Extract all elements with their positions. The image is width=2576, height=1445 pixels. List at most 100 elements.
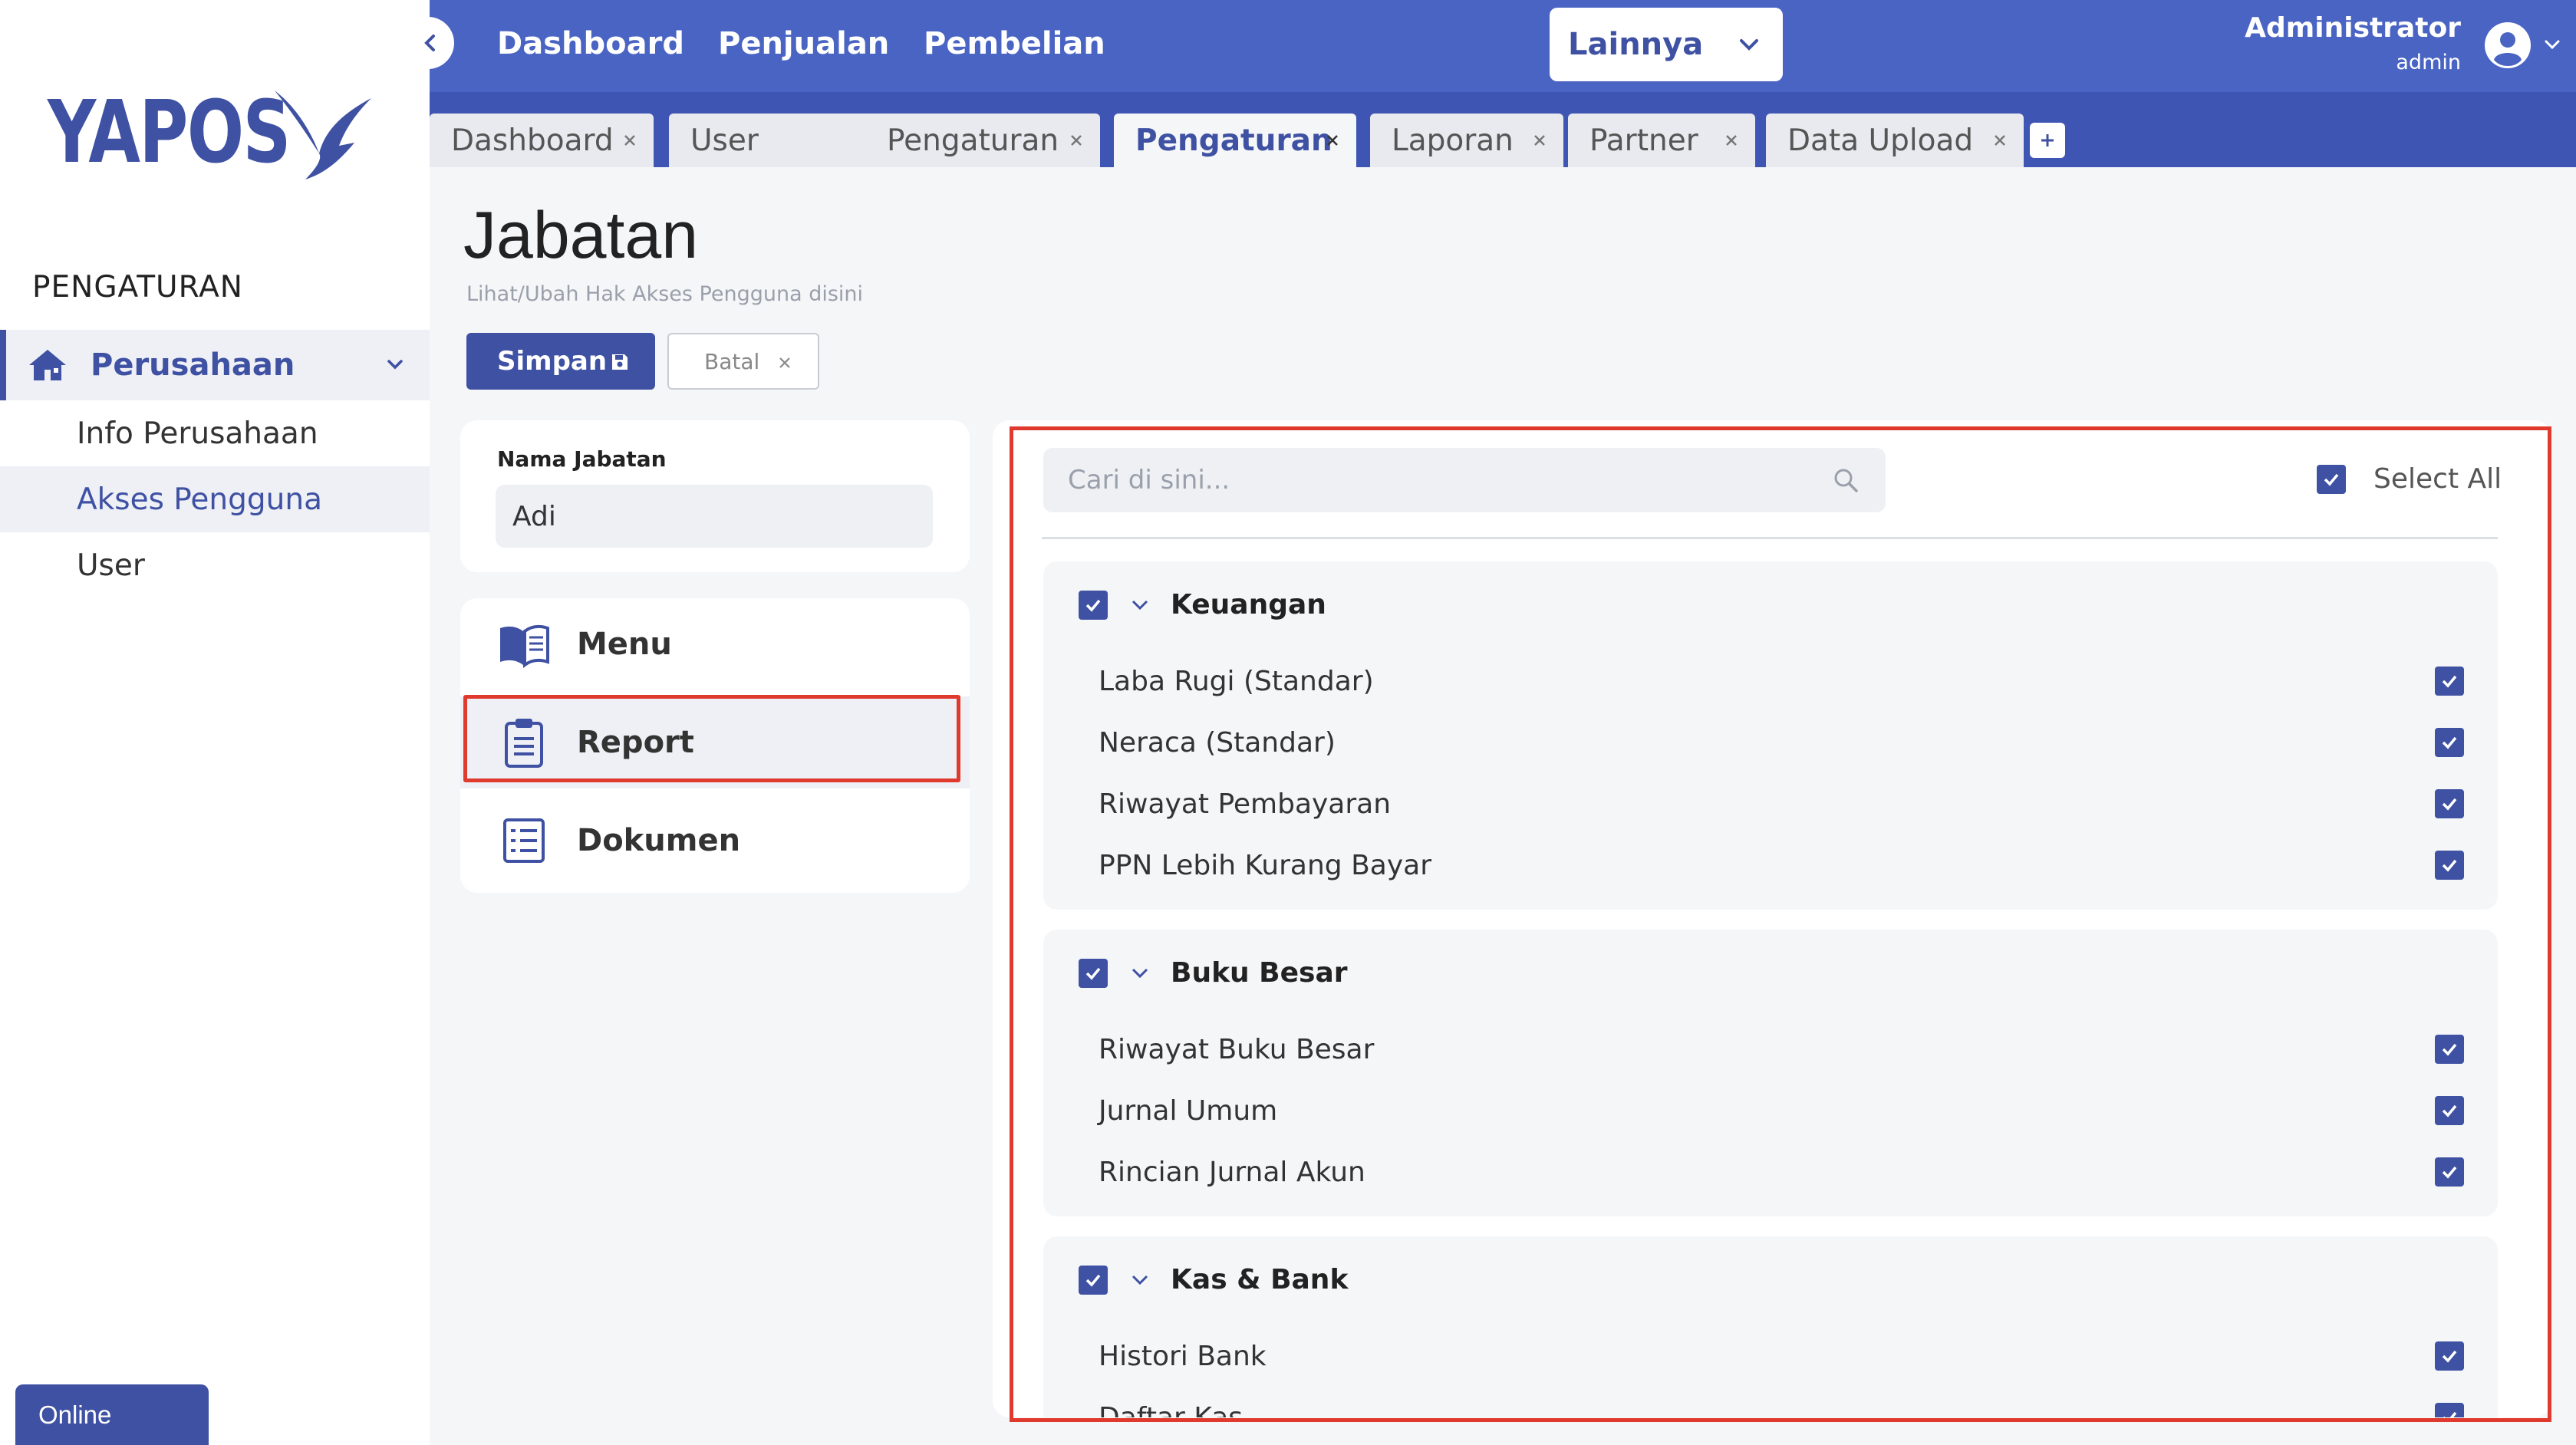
permission-checkbox[interactable] bbox=[2435, 1157, 2464, 1187]
save-button[interactable]: Simpan bbox=[466, 333, 655, 390]
topnav-pembelian[interactable]: Pembelian bbox=[924, 26, 1105, 61]
chevron-down-icon[interactable] bbox=[1131, 598, 1149, 612]
category-menu[interactable]: Menu bbox=[460, 598, 970, 690]
brand-name: YAPOS bbox=[48, 83, 291, 183]
group-title: Keuangan bbox=[1171, 589, 1326, 620]
category-label: Menu bbox=[577, 627, 672, 662]
close-icon[interactable] bbox=[1068, 132, 1085, 149]
close-icon[interactable] bbox=[1991, 132, 2008, 149]
permission-row[interactable]: PPN Lebih Kurang Bayar bbox=[1099, 842, 2464, 888]
sidebar-item-info-perusahaan[interactable]: Info Perusahaan bbox=[0, 400, 430, 466]
user-role: admin bbox=[2396, 51, 2461, 74]
tab-label: User bbox=[690, 123, 759, 158]
close-icon[interactable] bbox=[1531, 132, 1548, 149]
permission-checkbox[interactable] bbox=[2435, 1035, 2464, 1064]
chevron-down-icon[interactable] bbox=[1131, 1273, 1149, 1287]
tab-label: Dashboard bbox=[451, 123, 614, 158]
chevron-left-icon bbox=[424, 35, 435, 51]
category-report[interactable]: Report bbox=[460, 696, 970, 788]
checkmark-icon bbox=[1085, 1274, 1101, 1287]
permission-label: Rincian Jurnal Akun bbox=[1099, 1156, 1365, 1188]
select-all-toggle[interactable]: Select All bbox=[2317, 463, 2502, 495]
user-name: Administrator bbox=[2245, 12, 2461, 44]
permission-row[interactable]: Neraca (Standar) bbox=[1099, 719, 2464, 765]
group-header[interactable]: Kas & Bank bbox=[1079, 1264, 1348, 1295]
checkmark-icon bbox=[2442, 859, 2457, 872]
group-checkbox[interactable] bbox=[1079, 958, 1108, 988]
sidebar-item-akses-pengguna[interactable]: Akses Pengguna bbox=[0, 466, 430, 532]
tab-label: Pengaturan bbox=[887, 123, 1059, 158]
tab-dashboard[interactable]: Dashboard bbox=[430, 114, 654, 167]
permission-row[interactable]: Daftar Kas bbox=[1099, 1394, 2464, 1417]
brand-logo[interactable]: YAPOS bbox=[48, 83, 379, 183]
page-subtitle: Lihat/Ubah Hak Akses Pengguna disini bbox=[466, 282, 864, 306]
permission-label: Riwayat Pembayaran bbox=[1099, 788, 1392, 820]
chevron-down-icon[interactable] bbox=[1131, 966, 1149, 980]
permission-row[interactable]: Jurnal Umum bbox=[1099, 1088, 2464, 1134]
tab-partner[interactable]: Partner bbox=[1568, 114, 1755, 167]
tab-laporan[interactable]: Laporan bbox=[1370, 114, 1563, 167]
position-name-label: Nama Jabatan bbox=[497, 446, 667, 472]
checkmark-icon bbox=[2442, 736, 2457, 749]
permission-checkbox[interactable] bbox=[2435, 1403, 2464, 1417]
search-field[interactable] bbox=[1043, 448, 1886, 512]
permission-checkbox[interactable] bbox=[2435, 789, 2464, 818]
add-tab-button[interactable] bbox=[2030, 123, 2065, 158]
sidebar-item-user[interactable]: User bbox=[0, 532, 430, 598]
permission-row[interactable]: Riwayat Pembayaran bbox=[1099, 781, 2464, 827]
sidebar-item-label: User bbox=[77, 548, 145, 583]
checkmark-icon bbox=[2443, 1411, 2457, 1417]
tab-label: Laporan bbox=[1392, 123, 1514, 158]
permission-checkbox[interactable] bbox=[2435, 728, 2464, 757]
tab-pengaturan[interactable]: Pengaturan bbox=[865, 114, 1100, 167]
topnav-dashboard[interactable]: Dashboard bbox=[497, 26, 684, 61]
clip-region: Kas & Bank Histori Bank Daftar Kas bbox=[1043, 1236, 2498, 1417]
checkmark-icon bbox=[2442, 1043, 2457, 1056]
divider bbox=[1042, 537, 2498, 539]
group-checkbox[interactable] bbox=[1079, 590, 1108, 620]
permission-checkbox[interactable] bbox=[2435, 1341, 2464, 1371]
tab-data-upload[interactable]: Data Upload bbox=[1766, 114, 2024, 167]
tab-label: Partner bbox=[1589, 123, 1698, 158]
checkmark-icon bbox=[1085, 599, 1101, 612]
permission-group-buku-besar: Buku Besar Riwayat Buku Besar Jurnal Umu… bbox=[1043, 930, 2498, 1216]
search-input[interactable] bbox=[1068, 465, 1758, 495]
close-icon[interactable] bbox=[1324, 132, 1341, 149]
permission-label: Laba Rugi (Standar) bbox=[1099, 665, 1374, 697]
sidebar-section-title: PENGATURAN bbox=[32, 270, 243, 304]
permission-row[interactable]: Histori Bank bbox=[1099, 1333, 2464, 1379]
topnav-penjualan[interactable]: Penjualan bbox=[718, 26, 889, 61]
select-all-checkbox[interactable] bbox=[2317, 464, 2346, 494]
close-icon bbox=[779, 357, 790, 368]
permission-checkbox[interactable] bbox=[2435, 851, 2464, 880]
user-menu[interactable]: Administrator admin bbox=[2245, 0, 2576, 92]
category-label: Report bbox=[577, 725, 694, 760]
floppy-disk-icon bbox=[612, 354, 628, 370]
cancel-button[interactable]: Batal bbox=[667, 333, 819, 390]
sidebar-item-perusahaan[interactable]: Perusahaan bbox=[0, 330, 430, 400]
group-checkbox[interactable] bbox=[1079, 1265, 1108, 1295]
close-icon[interactable] bbox=[621, 132, 638, 149]
save-button-label: Simpan bbox=[497, 346, 608, 377]
topnav-more-label: Lainnya bbox=[1568, 27, 1704, 62]
close-icon[interactable] bbox=[1723, 132, 1740, 149]
group-header[interactable]: Keuangan bbox=[1079, 589, 1326, 620]
permission-checkbox[interactable] bbox=[2435, 1096, 2464, 1125]
category-label: Dokumen bbox=[577, 823, 741, 858]
tab-label: Data Upload bbox=[1787, 123, 1974, 158]
permission-row[interactable]: Rincian Jurnal Akun bbox=[1099, 1149, 2464, 1195]
checkmark-icon bbox=[2442, 1166, 2457, 1179]
group-header[interactable]: Buku Besar bbox=[1079, 957, 1348, 989]
tab-pengaturan-active[interactable]: Pengaturan bbox=[1114, 114, 1356, 167]
permission-row[interactable]: Riwayat Buku Besar bbox=[1099, 1026, 2464, 1072]
permission-checkbox[interactable] bbox=[2435, 667, 2464, 696]
category-dokumen[interactable]: Dokumen bbox=[460, 795, 970, 887]
tab-user[interactable]: User bbox=[669, 114, 899, 167]
home-icon bbox=[29, 350, 66, 380]
permission-row[interactable]: Laba Rugi (Standar) bbox=[1099, 658, 2464, 704]
top-navbar: Dashboard Penjualan Pembelian Lainnya Ad… bbox=[430, 0, 2576, 92]
select-all-label: Select All bbox=[2373, 463, 2502, 495]
position-name-input[interactable] bbox=[496, 485, 933, 548]
topnav-more-dropdown[interactable]: Lainnya bbox=[1550, 8, 1783, 81]
permission-label: Daftar Kas bbox=[1099, 1401, 1244, 1418]
